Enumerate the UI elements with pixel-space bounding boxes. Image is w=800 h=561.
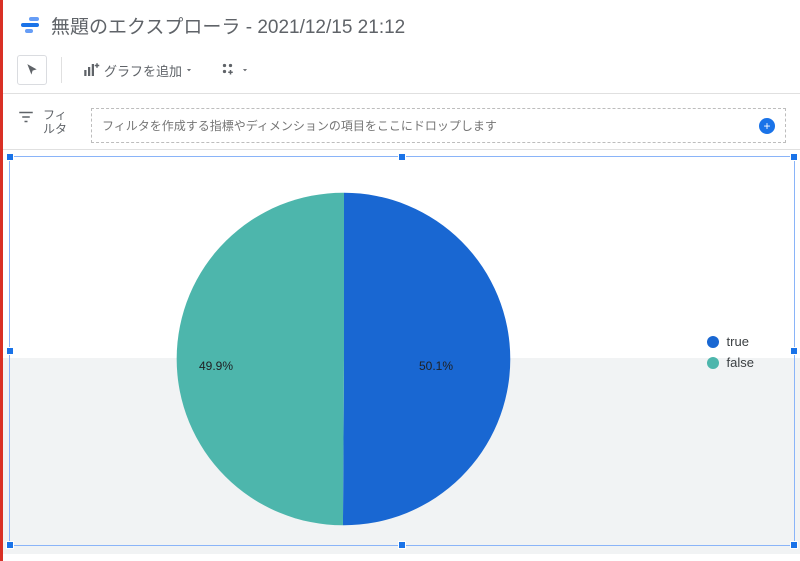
resize-handle-tm[interactable] [398,153,406,161]
toolbar: グラフを追加 [3,49,800,94]
add-chart-button[interactable]: グラフを追加 [76,55,200,85]
filter-label: フィルタ [43,108,77,137]
filter-drop-zone[interactable]: フィルタを作成する指標やディメンションの項目をここにドロップします + [91,108,786,143]
resize-handle-tr[interactable] [790,153,798,161]
filter-row: フィルタ フィルタを作成する指標やディメンションの項目をここにドロップします + [3,94,800,150]
slice-label-false: 49.9% [199,359,233,373]
chevron-down-icon [184,65,194,75]
slice-label-true: 50.1% [419,359,453,373]
legend-item-false[interactable]: false [707,355,754,370]
pie-chart: 50.1% 49.9% [169,184,519,534]
filter-label-column: フィルタ [17,108,77,137]
bar-chart-plus-icon [82,61,100,79]
toolbar-divider [61,57,62,83]
add-chart-label: グラフを追加 [104,61,182,80]
cursor-icon [25,63,39,77]
add-component-button[interactable] [214,55,256,85]
select-tool-button[interactable] [17,55,47,85]
chart-legend: true false [707,334,754,370]
canvas[interactable]: 50.1% 49.9% true false [3,150,800,554]
datastudio-logo-icon [21,17,39,33]
legend-label-false: false [727,355,754,370]
pie-chart-card[interactable]: 50.1% 49.9% true false [9,164,794,554]
legend-swatch-false [707,357,719,369]
add-filter-icon[interactable]: + [759,118,775,134]
header: 無題のエクスプローラ - 2021/12/15 21:12 [3,0,800,49]
legend-item-true[interactable]: true [707,334,754,349]
grid-plus-icon [220,61,238,79]
chevron-down-icon [240,65,250,75]
legend-swatch-true [707,336,719,348]
filter-placeholder: フィルタを作成する指標やディメンションの項目をここにドロップします [102,117,497,134]
resize-handle-tl[interactable] [6,153,14,161]
legend-label-true: true [727,334,749,349]
page-title[interactable]: 無題のエクスプローラ - 2021/12/15 21:12 [51,12,405,39]
filter-icon [17,108,35,126]
